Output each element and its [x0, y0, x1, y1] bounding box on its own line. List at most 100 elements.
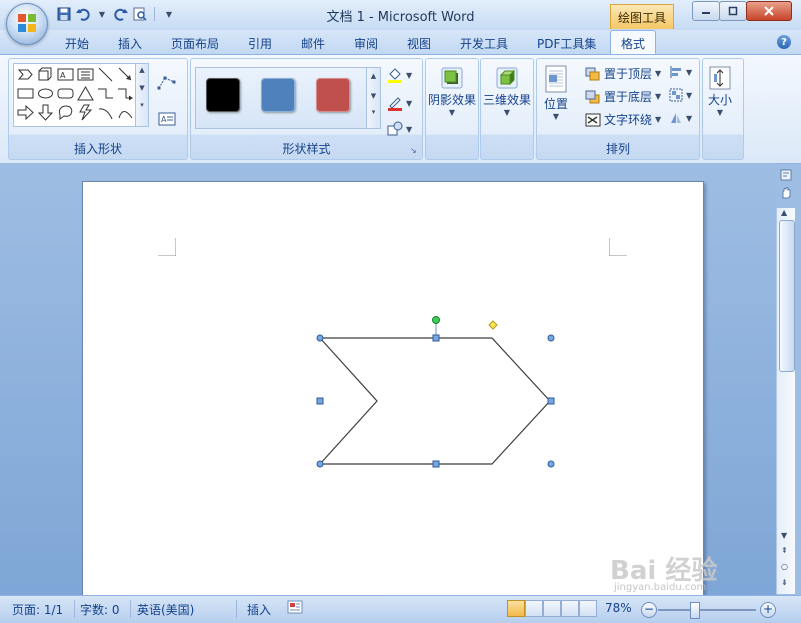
- change-shape-icon: [387, 121, 403, 136]
- style-swatch-blue[interactable]: [261, 78, 295, 112]
- zoom-slider-thumb[interactable]: [690, 602, 700, 619]
- zoom-in-icon[interactable]: +: [760, 602, 776, 618]
- chevron-shape-icon[interactable]: [17, 66, 34, 83]
- zoom-slider-track[interactable]: [658, 609, 756, 611]
- vertical-textbox-shape-icon[interactable]: [77, 66, 94, 83]
- resize-handle-bottom-left[interactable]: [316, 460, 324, 468]
- scroll-down-arrow-icon[interactable]: ▼: [781, 531, 787, 540]
- right-arrow-shape-icon[interactable]: [17, 104, 34, 121]
- arrow-line-shape-icon[interactable]: [117, 66, 134, 83]
- lightning-shape-icon[interactable]: [77, 104, 94, 121]
- resize-handle-top-left[interactable]: [316, 334, 324, 342]
- styles-gallery-scroll[interactable]: ▲ ▼ ▾: [366, 68, 380, 128]
- elbow-arrow-shape-icon[interactable]: [117, 85, 134, 102]
- tab-page-layout[interactable]: 页面布局: [171, 35, 219, 52]
- shape-fill-button[interactable]: ▼: [387, 67, 412, 83]
- send-to-back-button[interactable]: 置于底层 ▼: [585, 88, 661, 105]
- vertical-scroll-thumb[interactable]: [779, 220, 795, 372]
- position-icon: [545, 65, 567, 93]
- change-shape-button[interactable]: ▼: [387, 121, 412, 137]
- select-browse-object-icon[interactable]: ○: [781, 562, 788, 571]
- draft-view-button[interactable]: [579, 600, 597, 617]
- rectangle-shape-icon[interactable]: [17, 85, 34, 102]
- resize-handle-bottom[interactable]: [432, 460, 440, 468]
- tab-mailings[interactable]: 邮件: [301, 35, 325, 52]
- 3d-effects-label: 三维效果: [483, 93, 532, 107]
- chevron-shape[interactable]: [309, 312, 559, 472]
- tab-view[interactable]: 视图: [407, 35, 431, 52]
- full-screen-reading-view-button[interactable]: [525, 600, 543, 617]
- vertical-scrollbar[interactable]: ▲ ▼ ⇞ ○ ⇟: [776, 208, 795, 594]
- status-word-count[interactable]: 字数: 0: [80, 601, 120, 618]
- minimize-button[interactable]: [692, 1, 720, 21]
- style-swatch-black[interactable]: [206, 78, 240, 112]
- hand-pan-icon[interactable]: [779, 186, 793, 200]
- zoom-out-icon[interactable]: −: [641, 602, 657, 618]
- shapes-gallery-scroll[interactable]: ▲ ▼ ▾: [135, 64, 148, 126]
- shapes-gallery[interactable]: A ▲ ▼ ▾: [13, 63, 149, 127]
- callout-shape-icon[interactable]: [57, 104, 74, 121]
- macro-record-icon[interactable]: [287, 600, 303, 617]
- group-objects-button[interactable]: ▼: [669, 88, 692, 102]
- align-button[interactable]: ▼: [669, 65, 692, 79]
- textbox-shape-icon[interactable]: A: [57, 66, 74, 83]
- dialog-launcher-icon[interactable]: ↘: [410, 146, 419, 155]
- tab-references[interactable]: 引用: [248, 35, 272, 52]
- position-button[interactable]: 位置 ▼: [543, 65, 569, 121]
- bring-to-front-button[interactable]: 置于顶层 ▼: [585, 65, 661, 82]
- group-shape-styles: ▲ ▼ ▾ ▼ ▼ ▼ 形状样式 ↘: [190, 58, 423, 160]
- print-layout-view-button[interactable]: [507, 600, 525, 617]
- 3d-effects-button[interactable]: 三维效果 ▼: [483, 65, 531, 117]
- elbow-connector-shape-icon[interactable]: [97, 85, 114, 102]
- chevron-outline[interactable]: [318, 337, 551, 465]
- margin-corner-top-right: [609, 238, 627, 256]
- outline-view-button[interactable]: [561, 600, 579, 617]
- align-icon: [670, 66, 681, 78]
- shape-styles-gallery[interactable]: ▲ ▼ ▾: [195, 67, 381, 129]
- style-swatch-red[interactable]: [316, 78, 350, 112]
- previous-page-icon[interactable]: ⇞: [781, 546, 788, 555]
- shape-outline-button[interactable]: ▼: [387, 95, 412, 111]
- line-shape-icon[interactable]: [97, 66, 114, 83]
- tab-format[interactable]: 格式: [610, 30, 657, 55]
- maximize-button[interactable]: [719, 1, 747, 21]
- tab-developer[interactable]: 开发工具: [460, 35, 508, 52]
- adjust-handle[interactable]: [488, 320, 498, 330]
- status-page-count[interactable]: 页面: 1/1: [12, 601, 63, 618]
- resize-handle-top-right[interactable]: [547, 334, 555, 342]
- view-ruler-icon[interactable]: [779, 168, 793, 182]
- office-button[interactable]: [6, 3, 48, 45]
- resize-handle-top[interactable]: [432, 334, 440, 342]
- rounded-rectangle-shape-icon[interactable]: [57, 85, 74, 102]
- rotation-handle[interactable]: [432, 316, 440, 324]
- text-wrap-button[interactable]: 文字环绕 ▼: [585, 111, 661, 128]
- cube-stack-shape-icon[interactable]: [37, 66, 54, 83]
- resize-handle-bottom-right[interactable]: [547, 460, 555, 468]
- edit-shape-button[interactable]: [155, 73, 179, 93]
- status-insert-mode[interactable]: 插入: [247, 601, 271, 618]
- scroll-up-arrow-icon[interactable]: ▲: [781, 208, 787, 217]
- zoom-level[interactable]: 78%: [605, 601, 632, 615]
- resize-handle-right[interactable]: [547, 397, 555, 405]
- next-page-icon[interactable]: ⇟: [781, 578, 788, 587]
- size-button[interactable]: 大小 ▼: [707, 65, 733, 117]
- curve-shape-icon[interactable]: [117, 104, 134, 121]
- draw-textbox-button[interactable]: A: [155, 109, 179, 129]
- web-layout-view-button[interactable]: [543, 600, 561, 617]
- tab-review[interactable]: 审阅: [354, 35, 378, 52]
- triangle-shape-icon[interactable]: [77, 85, 94, 102]
- tab-home[interactable]: 开始: [65, 35, 89, 52]
- help-icon[interactable]: ?: [777, 35, 791, 49]
- document-page[interactable]: [82, 181, 704, 603]
- resize-handle-left[interactable]: [316, 397, 324, 405]
- arc-shape-icon[interactable]: [97, 104, 114, 121]
- shadow-effects-button[interactable]: 阴影效果 ▼: [428, 65, 476, 117]
- tab-pdf-tools[interactable]: PDF工具集: [537, 35, 596, 52]
- oval-shape-icon[interactable]: [37, 85, 54, 102]
- status-language[interactable]: 英语(美国): [137, 601, 194, 618]
- close-button[interactable]: [746, 1, 792, 21]
- tab-insert[interactable]: 插入: [118, 35, 142, 52]
- 3d-effects-icon: [496, 67, 518, 89]
- rotate-button[interactable]: ▼: [669, 111, 692, 125]
- down-arrow-shape-icon[interactable]: [37, 104, 54, 121]
